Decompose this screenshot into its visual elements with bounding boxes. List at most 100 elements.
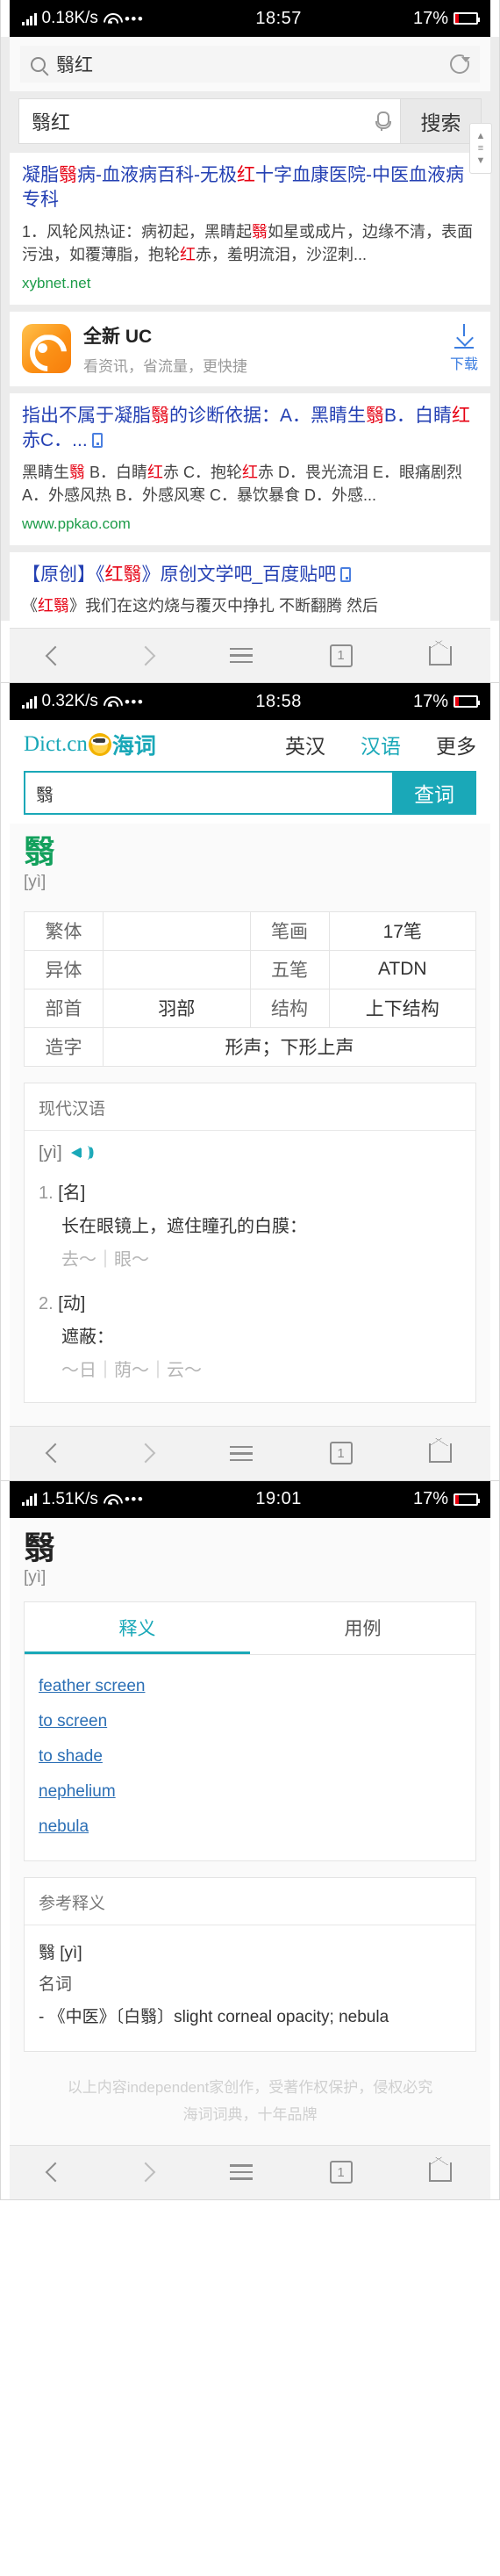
reference-definition-panel: 参考释义 翳 [yì] 名词 - 《中医》〔白翳〕slight corneal …	[24, 1877, 476, 2052]
highlighted-term: 红	[237, 165, 255, 185]
forward-icon[interactable]	[136, 1443, 156, 1464]
definition-link[interactable]: to screen	[39, 1704, 461, 1739]
search-input[interactable]: 翳红	[18, 98, 401, 144]
status-bar-1: 0.18K/s ••• 18:57 17%	[10, 0, 490, 37]
bee-icon	[88, 733, 111, 757]
refresh-icon[interactable]	[450, 54, 470, 74]
highlighted-term: 红翳	[38, 597, 69, 615]
text-run: 1．风轮风热证：病初起，黑睛起	[22, 222, 253, 241]
cell-value: 羽部	[103, 988, 251, 1028]
sense-example: ～日｜荫～｜云～	[61, 1360, 202, 1380]
cell-value: 上下结构	[328, 988, 476, 1028]
dict-search-value: 翳	[36, 785, 54, 805]
definition-link[interactable]: nebula	[39, 1810, 461, 1845]
tab-examples[interactable]: 用例	[250, 1602, 475, 1654]
ad-title: 全新 UC	[83, 326, 153, 347]
text-run: B．白睛	[85, 463, 148, 481]
definition-link[interactable]: feather screen	[39, 1669, 461, 1704]
dict-search-input[interactable]: 翳	[24, 771, 392, 816]
result-title[interactable]: 凝脂翳病-血液病百科-无极红十字血康医院-中医血液病专科	[22, 163, 478, 213]
text-run: 赤，羞明流泪，沙涩刺...	[196, 245, 368, 263]
nav-item-en-cn[interactable]: 英汉	[285, 730, 325, 759]
microphone-icon[interactable]	[375, 112, 391, 131]
result-title[interactable]: 指出不属于凝脂翳的诊断依据：A．黑睛生翳B．白睛红赤C．...	[22, 404, 478, 454]
battery-percent: 17%	[412, 691, 448, 711]
speaker-icon[interactable]	[70, 1144, 94, 1162]
copyright-note-1: 以上内容independent家创作，受著作权保护，侵权必究	[67, 2078, 433, 2096]
highlighted-term: 红	[452, 405, 471, 426]
menu-icon[interactable]	[229, 647, 253, 664]
home-icon[interactable]	[429, 645, 453, 666]
table-row: 造字 形声；下形上声	[24, 1026, 476, 1067]
result-snippet: 《红翳》我们在这灼烧与覆灭中挣扎 不断翻腾 然后	[22, 594, 478, 617]
sense-1: 1. [名] 长在眼镜上，遮住瞳孔的白膜： 去～｜眼～	[39, 1179, 461, 1274]
highlighted-term: 翳	[366, 405, 385, 426]
menu-icon[interactable]	[229, 1445, 253, 1462]
cell-label: 繁体	[24, 910, 104, 951]
status-clock: 18:58	[255, 691, 302, 711]
table-row: 繁体 笔画 17笔	[24, 910, 476, 951]
signal-icon	[22, 695, 37, 709]
dictcn-logo[interactable]: Dict.cn 海词	[24, 729, 156, 760]
ref-pos: 名词	[39, 1975, 73, 1995]
browser-bottom-nav-3: 1	[10, 2144, 490, 2199]
back-icon[interactable]	[45, 1443, 66, 1464]
sense-2: 2. [动] 遮蔽： ～日｜荫～｜云～	[39, 1290, 461, 1385]
ad-cta-label: 下载	[449, 357, 478, 373]
ad-card-uc[interactable]: 全新 UC 看资讯，省流量，更快捷 下载	[10, 311, 490, 386]
cell-label: 异体	[24, 949, 104, 989]
search-result-3[interactable]: 【原创】《红翳》原创文学吧_百度贴吧 《红翳》我们在这灼烧与覆灭中挣扎 不断翻腾…	[10, 551, 490, 622]
ad-download-button[interactable]: 下载	[450, 324, 478, 373]
logo-text-dictcn: Dict.cn	[24, 732, 88, 757]
result-title[interactable]: 【原创】《红翳》原创文学吧_百度贴吧	[22, 563, 478, 587]
status-right: 17%	[412, 1489, 480, 1509]
signal-icon	[22, 1493, 37, 1507]
panel-title: 参考释义	[25, 1878, 475, 1926]
highlighted-term: 红	[180, 245, 196, 263]
copyright-note-2: 海词词典，十年品牌	[182, 2105, 318, 2123]
highlighted-term: 翳	[59, 165, 77, 185]
home-icon[interactable]	[429, 2162, 453, 2183]
nav-item-more[interactable]: 更多	[436, 730, 476, 759]
sense-definition: 长在眼镜上，遮住瞳孔的白膜：	[61, 1216, 307, 1236]
definition-link[interactable]: nephelium	[39, 1774, 461, 1810]
highlighted-term: 红	[147, 463, 164, 481]
highlighted-term: 翳	[69, 463, 85, 481]
battery-icon	[454, 12, 480, 25]
cell-value: 形声；下形上声	[103, 1026, 476, 1067]
search-input-value: 翳红	[32, 112, 71, 133]
omnibox[interactable]: 翳红	[20, 46, 480, 83]
tab-definitions[interactable]: 释义	[25, 1602, 250, 1655]
forward-icon[interactable]	[136, 645, 156, 666]
search-result-1[interactable]: 凝脂翳病-血液病百科-无极红十字血康医院-中医血液病专科 1．风轮风热证：病初起…	[10, 153, 490, 305]
forward-icon[interactable]	[136, 2162, 156, 2183]
definition-link[interactable]: to shade	[39, 1739, 461, 1774]
mobile-page-icon	[91, 433, 103, 449]
cell-value	[103, 949, 251, 989]
cell-value: ATDN	[328, 949, 476, 989]
home-icon[interactable]	[429, 1443, 453, 1464]
result-url: www.ppkao.com	[22, 514, 131, 532]
menu-icon[interactable]	[229, 2164, 253, 2180]
tab-count-button[interactable]: 1	[329, 1442, 353, 1465]
status-left: 0.18K/s •••	[22, 9, 144, 28]
text-run: 《	[22, 597, 38, 615]
tab-count-button[interactable]: 1	[329, 2161, 353, 2184]
nav-item-chinese[interactable]: 汉语	[361, 730, 401, 759]
status-clock: 19:01	[255, 1489, 302, 1509]
result-snippet: 1．风轮风热证：病初起，黑睛起翳如星或成片，边缘不清，表面污浊，如覆薄脂，抱轮红…	[22, 220, 478, 266]
search-result-2[interactable]: 指出不属于凝脂翳的诊断依据：A．黑睛生翳B．白睛红赤C．... 黑睛生翳 B．白…	[10, 392, 490, 545]
tab-count-button[interactable]: 1	[329, 644, 353, 667]
scroll-indicator[interactable]: ▲ ≡ ▼	[469, 123, 492, 174]
status-bar-3: 1.51K/s ••• 19:01 17%	[10, 1480, 490, 1518]
battery-percent: 17%	[412, 1489, 448, 1509]
back-icon[interactable]	[45, 645, 66, 666]
sense-number: 1.	[39, 1183, 54, 1203]
back-icon[interactable]	[45, 2162, 66, 2183]
dict-entry-body: 翳 [yì] 繁体 笔画 17笔 异体 五笔 ATDN 部首 羽部 结构 上下结…	[10, 824, 490, 1426]
battery-icon	[454, 1493, 480, 1506]
ad-subtitle: 看资讯，省流量，更快捷	[83, 357, 247, 375]
dict-search-button[interactable]: 查词	[392, 771, 476, 816]
pronunciation-row: [yì]	[39, 1143, 461, 1163]
